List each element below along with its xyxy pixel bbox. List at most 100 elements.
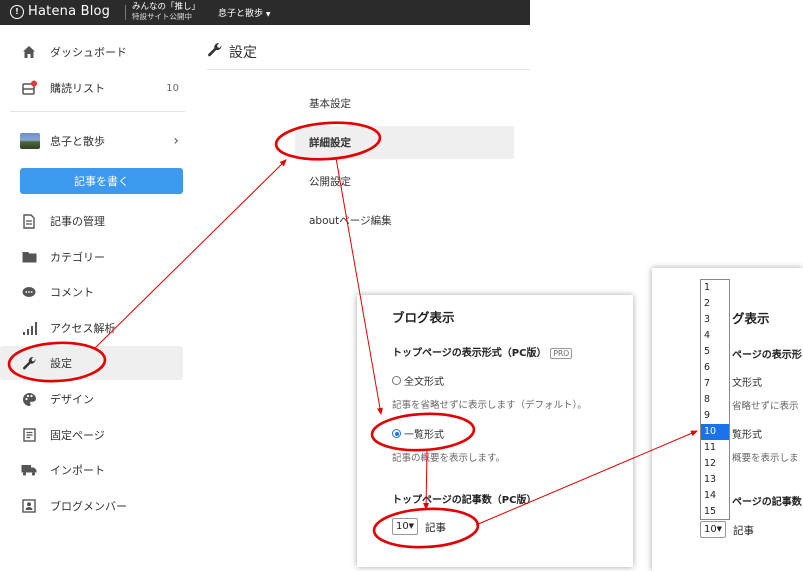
dropdown-option[interactable]: 13 <box>701 472 729 488</box>
article-count-unit: 記事 <box>733 525 754 537</box>
tab-publish-settings[interactable]: 公開設定 <box>295 165 514 198</box>
global-header: ! Hatena Blog みんなの「推し」 特設サイト公開中 息子と散歩 ▼ <box>0 0 530 25</box>
sidebar-divider <box>10 111 185 112</box>
hatena-blog-logo[interactable]: ! Hatena Blog <box>10 4 110 19</box>
caret-down-icon: ▼ <box>265 11 271 18</box>
subscription-icon <box>20 79 38 97</box>
full-format-description: 記事を省略せずに表示します（デフォルト）。 <box>392 400 587 411</box>
dropdown-option[interactable]: 14 <box>701 488 729 504</box>
article-count-value: 10 <box>396 521 409 532</box>
list-format-description: 記事の概要を表示します。 <box>392 453 506 464</box>
wrench-icon <box>20 354 38 372</box>
radio-list-format-label: 一覧形式 <box>404 430 444 441</box>
tab-about-page-edit[interactable]: aboutページ編集 <box>295 204 514 237</box>
list-desc-partial: 概要を表示しま <box>732 453 799 464</box>
sidebar: ダッシュボード 購読リスト 10 息子と散歩 › 記事を書く 記事の管理 カテゴ… <box>0 25 195 571</box>
hatena-logo-icon: ! <box>10 4 24 19</box>
blog-thumbnail <box>20 133 40 149</box>
dropdown-option[interactable]: 1 <box>701 280 729 296</box>
write-article-button[interactable]: 記事を書く <box>20 168 183 194</box>
full-format-partial: 文形式 <box>732 378 762 389</box>
sidebar-item-dashboard[interactable]: ダッシュボード <box>0 35 183 69</box>
list-format-partial: 覧形式 <box>732 430 762 441</box>
campaign-line2: 特設サイト公開中 <box>132 12 192 21</box>
article-count-unit: 記事 <box>425 522 446 534</box>
document-icon <box>20 212 38 230</box>
sidebar-item-label: デザイン <box>50 393 94 406</box>
count-label-partial: ページの記事数 <box>732 497 802 508</box>
blog-display-panel: ブログ表示 トップページの表示形式（PC版） PRO 全文形式 記事を省略せずに表… <box>357 295 633 567</box>
top-page-format-label: トップページの表示形式（PC版） PRO <box>392 344 573 359</box>
dropdown-option[interactable]: 4 <box>701 328 729 344</box>
sidebar-item-analytics[interactable]: アクセス解析 <box>0 311 183 345</box>
brand-name: Hatena Blog <box>28 4 111 19</box>
sidebar-blog-selector[interactable]: 息子と散歩 › <box>0 124 183 158</box>
chevron-down-icon: ▼ <box>408 522 414 530</box>
article-count-dropdown-list[interactable]: 1 2 3 4 5 6 7 8 9 10 11 12 13 14 15 <box>700 279 730 520</box>
radio-button-selected-icon <box>392 429 401 438</box>
dropdown-option-selected[interactable]: 10 <box>701 424 729 440</box>
sidebar-item-label: アクセス解析 <box>50 322 116 335</box>
article-count-value: 10 <box>704 524 717 535</box>
top-page-format-text: トップページの表示形式（PC版） <box>392 348 547 359</box>
palette-icon <box>20 390 38 408</box>
blog-switcher[interactable]: 息子と散歩 ▼ <box>218 6 271 19</box>
page-title: 設定 <box>207 42 257 62</box>
members-icon <box>20 497 38 515</box>
sidebar-item-design[interactable]: デザイン <box>0 382 183 416</box>
tab-advanced-settings[interactable]: 詳細設定 <box>295 126 514 159</box>
radio-button-icon <box>392 376 401 385</box>
sidebar-item-label: 固定ページ <box>50 429 105 442</box>
pages-icon <box>20 426 38 444</box>
campaign-banner[interactable]: みんなの「推し」 特設サイト公開中 <box>132 2 200 22</box>
top-page-count-label: トップページの記事数（PC版） <box>392 495 537 506</box>
sidebar-item-label: カテゴリー <box>50 251 105 264</box>
blog-switcher-label: 息子と散歩 <box>218 9 264 19</box>
radio-full-format-label: 全文形式 <box>404 377 444 388</box>
sidebar-item-label: ブログメンバー <box>50 500 127 513</box>
sidebar-item-label: 設定 <box>50 357 72 370</box>
chevron-down-icon: ▼ <box>716 525 722 533</box>
radio-list-format[interactable]: 一覧形式 <box>392 426 444 441</box>
title-divider <box>207 69 530 70</box>
sidebar-item-category[interactable]: カテゴリー <box>0 240 183 274</box>
dropdown-option[interactable]: 9 <box>701 408 729 424</box>
campaign-line1: みんなの「推し」 <box>132 2 201 12</box>
sidebar-item-comments[interactable]: コメント <box>0 275 183 309</box>
sidebar-item-import[interactable]: インポート <box>0 453 183 487</box>
sidebar-item-label: コメント <box>50 286 94 299</box>
sidebar-item-static-pages[interactable]: 固定ページ <box>0 418 183 452</box>
dropdown-option[interactable]: 3 <box>701 312 729 328</box>
sidebar-item-label: インポート <box>50 464 105 477</box>
sidebar-item-articles[interactable]: 記事の管理 <box>0 204 183 238</box>
format-label-partial: ページの表示形 <box>732 350 802 361</box>
dropdown-option[interactable]: 12 <box>701 456 729 472</box>
sidebar-item-settings[interactable]: 設定 <box>0 346 183 380</box>
wrench-icon <box>207 42 223 62</box>
folder-icon <box>20 248 38 266</box>
panel-heading: ブログ表示 <box>392 310 455 325</box>
panel-heading-partial: グ表示 <box>732 311 770 326</box>
sidebar-item-label: 購読リスト <box>50 82 105 95</box>
radio-full-format[interactable]: 全文形式 <box>392 373 444 388</box>
sidebar-item-label: 記事の管理 <box>50 215 105 228</box>
bar-chart-icon <box>20 319 38 337</box>
dropdown-option[interactable]: 8 <box>701 392 729 408</box>
tab-basic-settings[interactable]: 基本設定 <box>295 87 514 120</box>
dropdown-option[interactable]: 2 <box>701 296 729 312</box>
sidebar-blog-name: 息子と散歩 <box>50 135 105 148</box>
full-desc-partial: 省略せずに表示 <box>732 401 799 412</box>
sidebar-item-subscriptions[interactable]: 購読リスト 10 <box>0 71 183 105</box>
article-count-select[interactable]: 10 ▼ <box>392 518 418 535</box>
dropdown-option[interactable]: 11 <box>701 440 729 456</box>
comment-icon <box>20 283 38 301</box>
dropdown-option[interactable]: 6 <box>701 360 729 376</box>
chevron-right-icon: › <box>173 133 179 149</box>
sidebar-item-blog-members[interactable]: ブログメンバー <box>0 489 183 523</box>
truck-icon <box>20 461 38 479</box>
article-count-select-open[interactable]: 10 ▼ <box>700 521 726 538</box>
dropdown-option[interactable]: 7 <box>701 376 729 392</box>
dropdown-option[interactable]: 5 <box>701 344 729 360</box>
dropdown-option[interactable]: 15 <box>701 504 729 519</box>
home-icon <box>20 43 38 61</box>
